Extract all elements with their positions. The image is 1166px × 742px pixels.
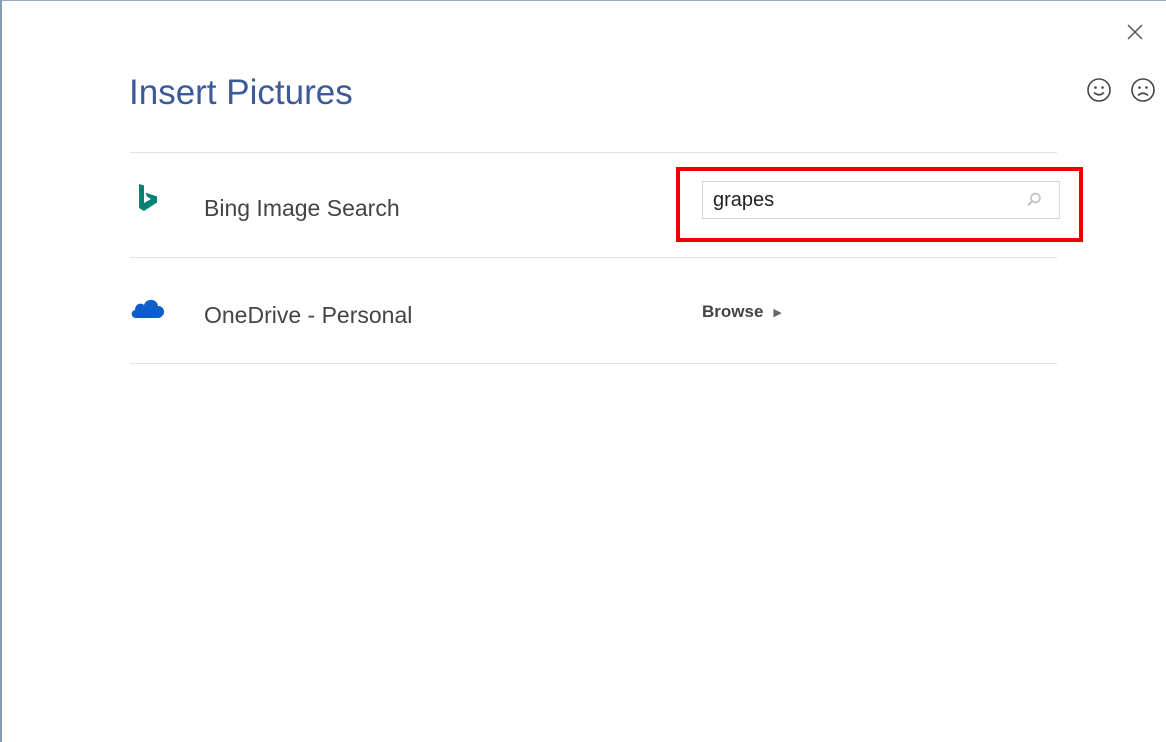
onedrive-label: OneDrive - Personal (204, 302, 413, 328)
frown-icon[interactable] (1130, 77, 1156, 103)
close-button[interactable] (1124, 23, 1146, 45)
dialog-title: Insert Pictures (129, 73, 353, 112)
divider-bottom (130, 363, 1057, 364)
bing-label: Bing Image Search (204, 195, 400, 221)
chevron-right-icon: ▶ (773, 306, 782, 319)
browse-label: Browse (702, 302, 764, 321)
search-icon[interactable] (1025, 191, 1043, 209)
bing-icon (139, 184, 157, 211)
onedrive-cloud-icon (131, 299, 165, 318)
bing-search-input[interactable] (703, 182, 1013, 218)
bing-search-box (702, 181, 1060, 219)
feedback-buttons (1086, 77, 1156, 103)
browse-button[interactable]: Browse ▶ (702, 302, 782, 322)
source-row-onedrive: OneDrive - Personal Browse ▶ (130, 258, 1057, 362)
source-row-bing: Bing Image Search (130, 153, 1060, 257)
insert-pictures-dialog: Insert Pictures Bing Image Search OneDri… (0, 0, 1166, 742)
close-icon (1127, 24, 1143, 40)
smile-icon[interactable] (1086, 77, 1112, 103)
